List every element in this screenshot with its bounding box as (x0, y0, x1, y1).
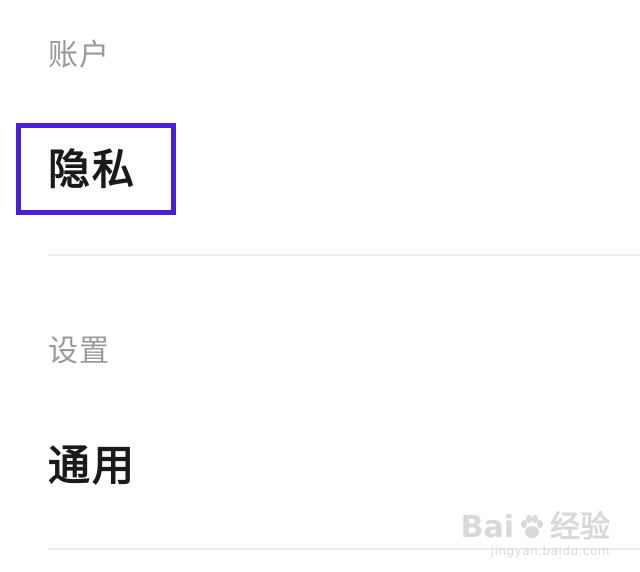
paw-icon (521, 515, 543, 538)
watermark-brand: Bai (460, 510, 514, 545)
menu-item-privacy[interactable]: 隐私 (48, 146, 136, 194)
menu-item-general[interactable]: 通用 (48, 442, 136, 490)
section-header-account: 账户 (48, 38, 110, 73)
divider (48, 254, 640, 256)
watermark-brand-suffix: 经验 (550, 510, 610, 545)
watermark-url: jingyan.baidu.com (490, 544, 610, 558)
watermark: Bai 经验 jingyan.baidu.com (460, 510, 610, 559)
section-header-settings: 设置 (48, 334, 110, 369)
